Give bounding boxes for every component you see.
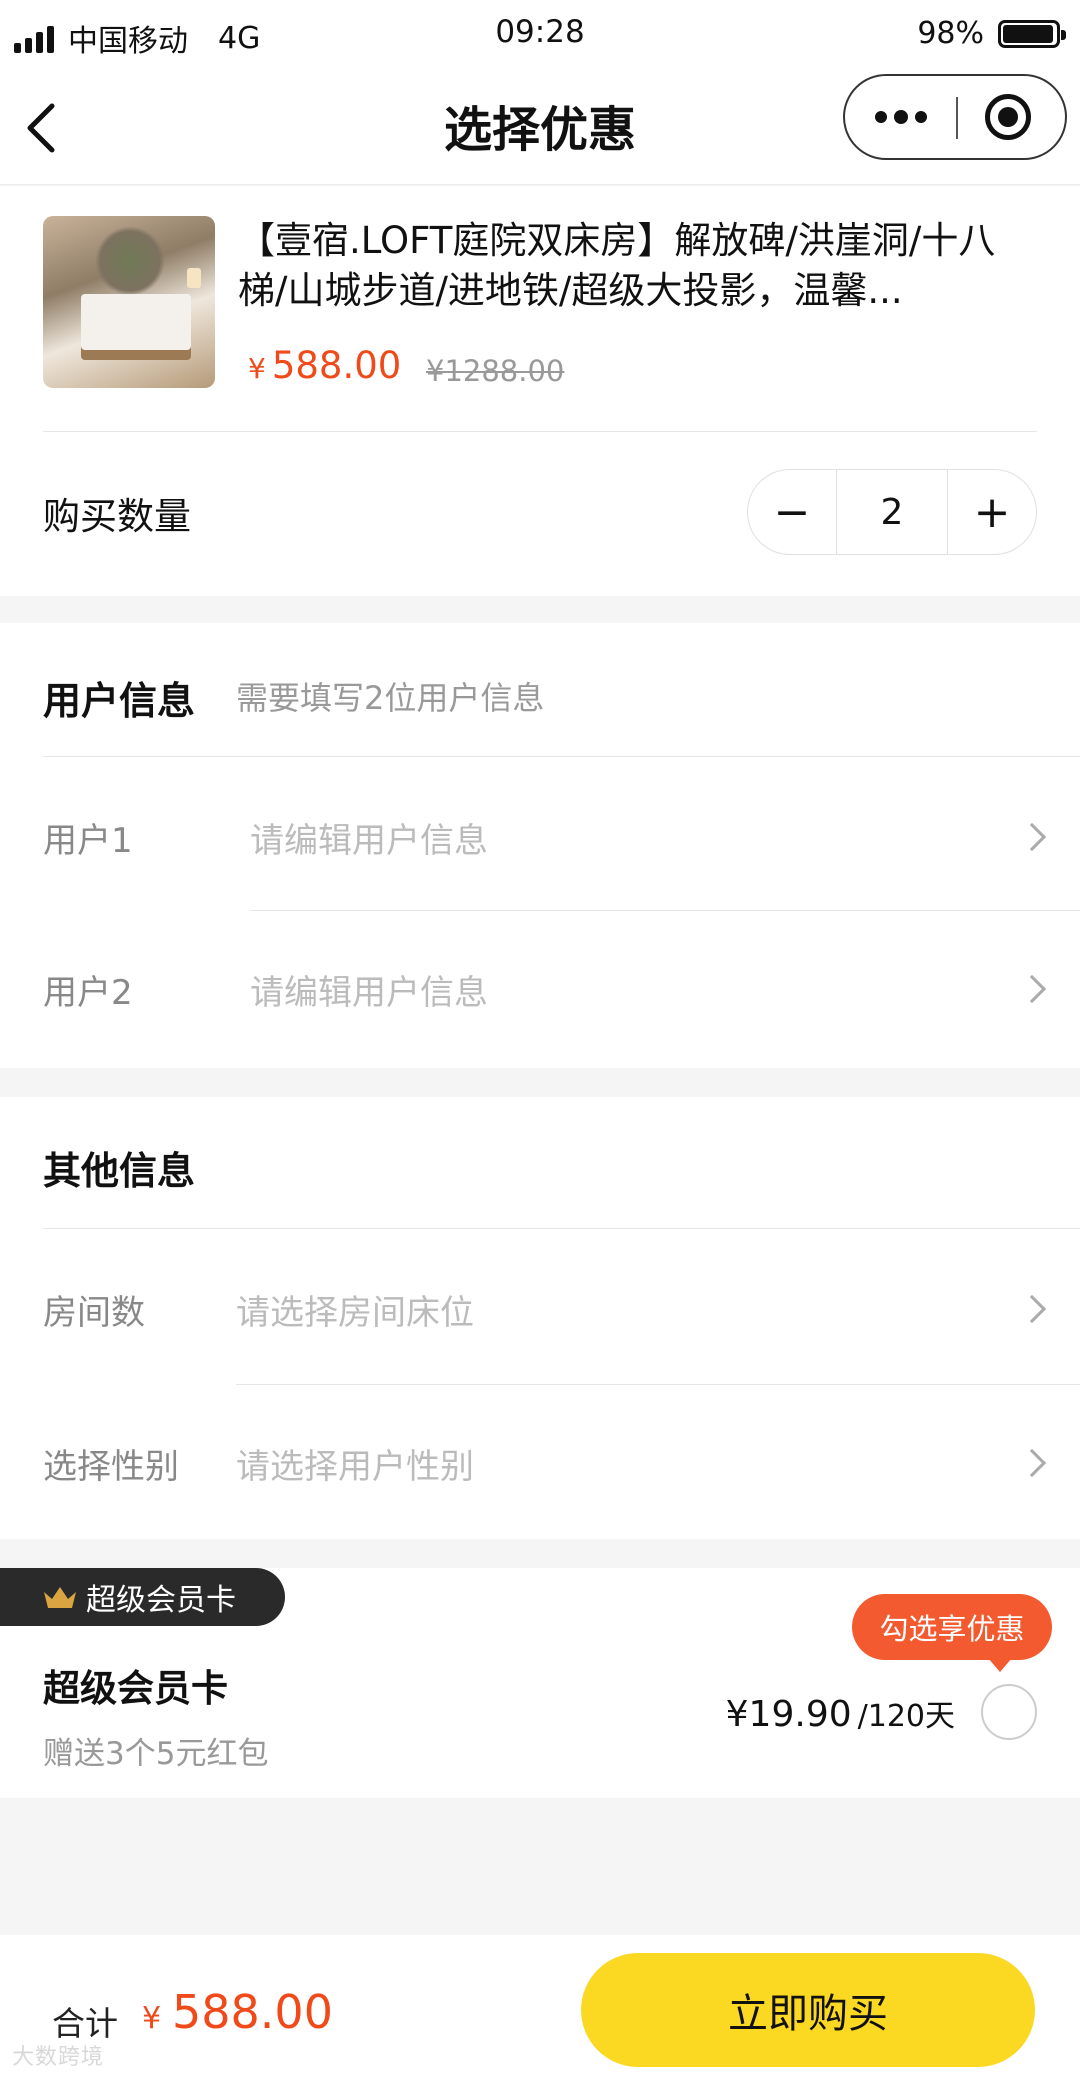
user-row-2[interactable]: 用户2 请编辑用户信息: [0, 911, 1080, 1063]
buy-now-button[interactable]: 立即购买: [581, 1953, 1035, 2067]
chevron-right-icon: [1017, 1448, 1047, 1478]
other-info-card: 其他信息 房间数 请选择房间床位 选择性别 请选择用户性别: [0, 1097, 1080, 1539]
total-value: 588.00: [172, 1985, 333, 2039]
chevron-right-icon: [1017, 1294, 1047, 1324]
capsule-divider: [956, 97, 958, 139]
vip-checkbox[interactable]: [981, 1684, 1037, 1740]
close-miniprogram-icon[interactable]: [985, 94, 1031, 140]
product-price: ¥588.00: [248, 344, 401, 387]
room-count-label: 房间数: [43, 1293, 145, 1333]
user-row-placeholder: 请编辑用户信息: [250, 973, 488, 1013]
product-thumbnail[interactable]: [43, 216, 215, 388]
user-row-1[interactable]: 用户1 请编辑用户信息: [0, 757, 1080, 909]
status-bar: 中国移动 4G 09:28 98%: [0, 0, 1080, 70]
chevron-right-icon: [1017, 822, 1047, 852]
watermark: 大数跨境: [12, 2045, 105, 2070]
quantity-label: 购买数量: [43, 495, 191, 538]
other-info-title: 其他信息: [43, 1149, 196, 1193]
user-info-title: 用户信息: [43, 679, 196, 723]
quantity-stepper: − 2 +: [747, 469, 1037, 555]
more-button[interactable]: [845, 76, 956, 158]
vip-tag: 超级会员卡: [0, 1568, 285, 1626]
user-row-label: 用户1: [43, 821, 133, 861]
battery-percent: 98%: [917, 16, 984, 51]
quantity-value[interactable]: 2: [836, 470, 948, 554]
product-title: 【壹宿.LOFT庭院双床房】解放碑/洪崖洞/十八梯/山城步道/进地铁/超级大投影…: [238, 219, 996, 312]
room-count-placeholder: 请选择房间床位: [236, 1293, 474, 1333]
vip-subtitle: 赠送3个5元红包: [43, 1736, 269, 1772]
user-info-card: 用户信息 需要填写2位用户信息 用户1 请编辑用户信息 用户2 请编辑用户信息: [0, 623, 1080, 1068]
status-bar-right: 98%: [917, 16, 1066, 51]
chevron-right-icon: [1017, 974, 1047, 1004]
vip-tag-label: 超级会员卡: [86, 1583, 236, 1618]
price-currency: ¥: [248, 352, 266, 385]
vip-period: /120天: [857, 1699, 955, 1734]
crown-icon: [44, 1587, 76, 1608]
miniprogram-capsule: [843, 74, 1067, 160]
room-count-row[interactable]: 房间数 请选择房间床位: [0, 1229, 1080, 1381]
vip-price-value: ¥19.90: [725, 1694, 852, 1735]
user-row-placeholder: 请编辑用户信息: [250, 821, 488, 861]
gender-placeholder: 请选择用户性别: [236, 1447, 474, 1487]
product-card: 【壹宿.LOFT庭院双床房】解放碑/洪崖洞/十八梯/山城步道/进地铁/超级大投影…: [0, 186, 1080, 596]
price-value: 588.00: [271, 344, 402, 387]
decrease-button[interactable]: −: [748, 470, 836, 554]
user-row-label: 用户2: [43, 973, 133, 1013]
bottom-bar: 合计 ¥ 588.00 立即购买 大数跨境: [0, 1935, 1080, 2075]
nav-bar: 选择优惠: [0, 70, 1080, 185]
gender-label: 选择性别: [43, 1447, 179, 1487]
total-currency: ¥: [142, 2001, 162, 2036]
total-label: 合计: [52, 2004, 118, 2043]
vip-card: 超级会员卡 超级会员卡 赠送3个5元红包 ¥19.90/120天 勾选享优惠: [0, 1568, 1080, 1798]
battery-icon: [998, 19, 1066, 48]
promo-bubble: 勾选享优惠: [852, 1594, 1052, 1672]
divider: [43, 431, 1037, 432]
more-dots-icon: [874, 111, 887, 123]
vip-price: ¥19.90/120天: [726, 1691, 955, 1735]
increase-button[interactable]: +: [948, 470, 1036, 554]
gender-row[interactable]: 选择性别 请选择用户性别: [0, 1385, 1080, 1537]
original-price: ¥1288.00: [426, 354, 565, 388]
user-info-hint: 需要填写2位用户信息: [236, 679, 545, 717]
vip-title: 超级会员卡: [43, 1667, 228, 1710]
